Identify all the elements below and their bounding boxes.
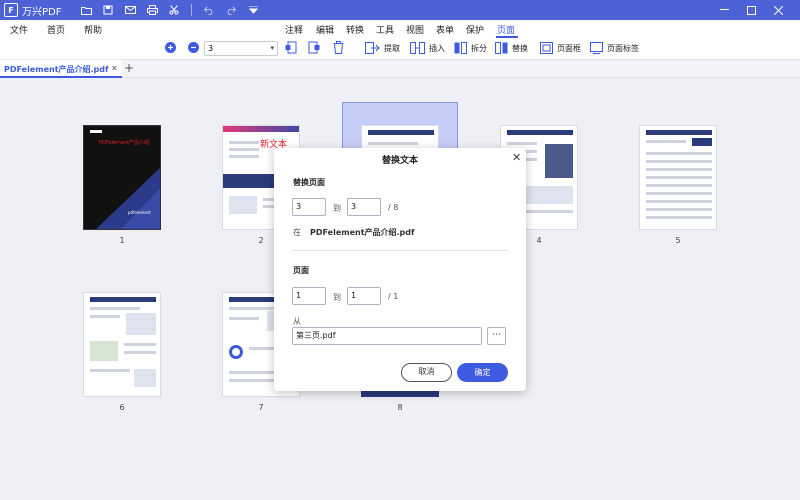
replace-button[interactable]: 替换 (495, 42, 528, 54)
target-file-name: PDFelement产品介绍.pdf (310, 228, 415, 237)
page-number-8: 8 (397, 403, 403, 412)
source-file-input[interactable]: 第三页.pdf (292, 327, 482, 345)
confirm-button[interactable]: 确定 (457, 363, 508, 382)
extract-button[interactable]: 提取 (365, 42, 400, 54)
zoom-out-icon[interactable] (188, 42, 199, 53)
page-thumbnail-5[interactable] (639, 125, 717, 230)
document-tab-bar: PDFelement产品介绍.pdf ✕ + (0, 60, 800, 78)
app-logo: F (4, 3, 18, 17)
source-total-label: / 1 (388, 292, 399, 301)
page-label-label: 页面标签 (607, 43, 639, 53)
replace-dialog: 替换文本 ✕ 替换页面 3 到 3 / 8 在 PDFelement产品介绍.p… (274, 148, 526, 391)
header-banner (223, 126, 299, 132)
page-number-select[interactable]: 3 ▾ (204, 41, 278, 56)
rotate-left-icon[interactable] (285, 41, 297, 54)
save-icon[interactable] (97, 0, 119, 20)
menu-page[interactable]: 页面 (497, 23, 515, 36)
replace-to-input[interactable]: 3 (347, 198, 381, 216)
quick-access-dropdown-icon[interactable] (242, 0, 264, 20)
menu-tools[interactable]: 工具 (376, 23, 394, 36)
email-icon[interactable] (119, 0, 141, 20)
app-title: 万兴PDF (22, 6, 62, 18)
page-thumbnail-1[interactable]: PDFelement产品介绍 pdfelement (83, 125, 161, 230)
redo-icon[interactable] (220, 0, 242, 20)
source-to-label: 到 (333, 293, 341, 302)
page-label-button[interactable]: 页面标签 (590, 42, 639, 54)
browse-button[interactable]: ··· (487, 327, 506, 345)
cover-brand: pdfelement (128, 210, 151, 215)
minimize-icon[interactable] (711, 0, 737, 20)
source-to-input[interactable]: 1 (347, 287, 381, 305)
page-thumbnail-6[interactable] (83, 292, 161, 397)
close-window-icon[interactable] (765, 0, 791, 20)
page-toolbar: 提取 插入 拆分 替换 页面框 页面标签 (0, 38, 800, 60)
replace-section-label: 替换页面 (293, 178, 325, 187)
page-number-7: 7 (258, 403, 264, 412)
photo-image (545, 144, 573, 178)
page-number-5: 5 (675, 236, 681, 245)
menu-file[interactable]: 文件 (10, 23, 28, 36)
total-pages-label: / 8 (388, 203, 399, 212)
undo-icon[interactable] (198, 0, 220, 20)
menu-home[interactable]: 首页 (47, 23, 65, 36)
page-box-button[interactable]: 页面框 (540, 42, 581, 54)
brand-logo (90, 130, 102, 133)
page-box-label: 页面框 (557, 43, 581, 53)
dialog-title: 替换文本 (381, 156, 418, 166)
replace-label: 替换 (512, 43, 528, 53)
cancel-button[interactable]: 取消 (401, 363, 452, 382)
menu-protect[interactable]: 保护 (466, 23, 484, 36)
in-label: 在 (293, 228, 301, 237)
split-button[interactable]: 拆分 (454, 42, 487, 54)
insert-button[interactable]: 插入 (410, 42, 445, 54)
pages-section-label: 页面 (293, 266, 309, 275)
extract-label: 提取 (384, 43, 400, 53)
menu-form[interactable]: 表单 (436, 23, 454, 36)
document-tab[interactable]: PDFelement产品介绍.pdf (0, 60, 122, 78)
menu-help[interactable]: 帮助 (84, 23, 102, 36)
delete-page-icon[interactable] (333, 41, 344, 54)
rotate-right-icon[interactable] (308, 41, 320, 54)
chevron-down-icon: ▾ (270, 44, 274, 52)
source-from-input[interactable]: 1 (292, 287, 326, 305)
menu-view[interactable]: 视图 (406, 23, 424, 36)
maximize-icon[interactable] (738, 0, 764, 20)
scissors-icon[interactable] (163, 0, 185, 20)
menu-convert[interactable]: 转换 (346, 23, 364, 36)
page-number-6: 6 (119, 403, 125, 412)
split-label: 拆分 (471, 43, 487, 53)
zoom-in-icon[interactable] (165, 42, 176, 53)
section-divider (292, 250, 508, 251)
toolbar-separator (191, 4, 193, 16)
document-tab-label: PDFelement产品介绍.pdf (4, 65, 109, 74)
page-number-1: 1 (119, 236, 125, 245)
add-tab-icon[interactable]: + (124, 61, 134, 75)
menu-edit[interactable]: 编辑 (316, 23, 334, 36)
open-folder-icon[interactable] (75, 0, 97, 20)
menu-bar: 文件 首页 帮助 注释 编辑 转换 工具 视图 表单 保护 页面 (0, 20, 800, 38)
print-icon[interactable] (141, 0, 163, 20)
from-label: 从 (293, 317, 301, 326)
insert-label: 插入 (429, 43, 445, 53)
menu-annotate[interactable]: 注释 (285, 23, 303, 36)
donut-chart-image (229, 345, 243, 359)
cover-title: PDFelement产品介绍 (98, 140, 150, 146)
to-label: 到 (333, 204, 341, 213)
title-bar: F 万兴PDF (0, 0, 800, 20)
replace-from-input[interactable]: 3 (292, 198, 326, 216)
page-number-value: 3 (208, 44, 214, 53)
close-tab-icon[interactable]: ✕ (111, 64, 118, 73)
close-icon[interactable]: ✕ (512, 151, 521, 164)
